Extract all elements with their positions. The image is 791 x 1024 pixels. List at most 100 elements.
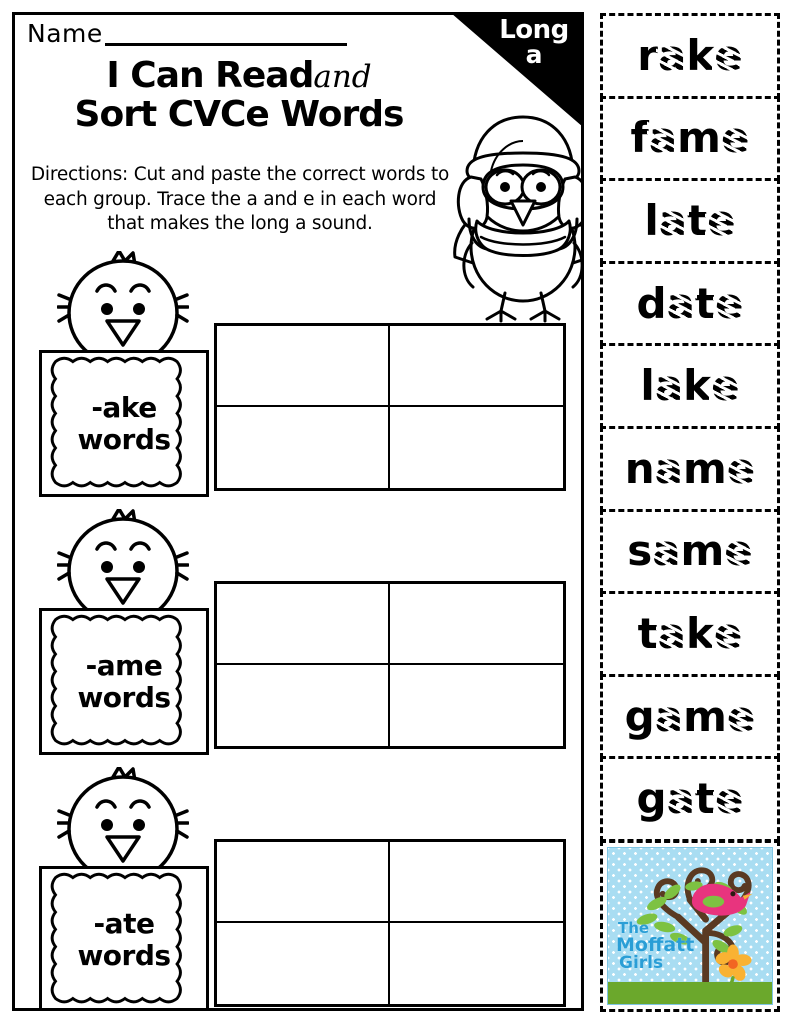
traceable-letter[interactable]: a [664, 776, 697, 823]
solid-letter: m [680, 526, 725, 576]
logo-brand-text: The Moffatt Girls [616, 921, 694, 972]
traceable-letter[interactable]: a [646, 115, 680, 162]
group-label-line1: -ate [93, 907, 155, 941]
answer-grid [214, 581, 566, 749]
traceable-letter[interactable]: a [650, 528, 683, 575]
moffatt-girls-logo-strip: The Moffatt Girls [600, 840, 780, 1012]
banner-text: Long a [491, 17, 577, 67]
solid-letter: t [694, 774, 715, 824]
title-line-1: I Can Readand [23, 56, 455, 96]
word-strip[interactable]: ta ke [600, 591, 780, 677]
solid-letter: m [683, 691, 727, 741]
traceable-letter[interactable]: e [712, 32, 745, 79]
traceable-letter[interactable]: e [718, 115, 752, 162]
title-and-word: and [313, 59, 372, 95]
word-strip[interactable]: la ke [600, 343, 780, 429]
traceable-letter[interactable]: a [656, 197, 690, 244]
answer-cell[interactable] [217, 665, 390, 746]
word-strip[interactable]: ra ke [600, 13, 780, 99]
answer-cell[interactable] [217, 584, 390, 665]
traceable-letter[interactable]: a [652, 445, 685, 492]
word-strip[interactable]: fa me [600, 95, 780, 182]
solid-letter: m [677, 113, 721, 163]
word-text: la ke [640, 363, 742, 410]
traceable-letter[interactable]: a [664, 280, 697, 327]
word-text: da te [637, 280, 746, 327]
group-label-line2: words [77, 938, 171, 972]
group-label-sign: -ame words [39, 608, 209, 755]
solid-letter: t [687, 195, 708, 245]
page-title: I Can Readand Sort CVCe Words [23, 56, 455, 135]
traceable-letter[interactable]: e [724, 693, 758, 740]
traceable-letter[interactable]: a [652, 363, 686, 410]
logo-artwork: The Moffatt Girls [607, 847, 773, 1005]
cut-out-word-strips: ra ke fa me la te da te la ke na me sa me ta ke ga me ga te [600, 13, 780, 842]
traceable-letter[interactable]: e [711, 610, 745, 657]
solid-letter: n [624, 443, 655, 493]
long-a-corner-banner: Long a [453, 15, 581, 125]
word-text: ga te [637, 776, 746, 823]
word-strip[interactable]: na me [600, 425, 780, 512]
logo-line-3: Girls [619, 953, 664, 973]
solid-letter: r [637, 30, 658, 80]
answer-cell[interactable] [217, 407, 390, 488]
group-label-with-bird: -ake words [33, 251, 211, 509]
group-label-text: -ame words [42, 611, 206, 752]
solid-letter: s [627, 526, 653, 576]
group-label-with-bird: -ame words [33, 509, 211, 767]
answer-cell[interactable] [390, 923, 563, 1004]
worksheet-panel: Name Long a I Can Readand Sort CVCe Word… [12, 12, 584, 1011]
word-strip[interactable]: sa me [600, 508, 780, 595]
traceable-letter[interactable]: e [713, 776, 746, 823]
answer-grid [214, 323, 566, 491]
answer-cell[interactable] [217, 326, 390, 407]
name-field-row: Name [27, 21, 347, 46]
answer-cell[interactable] [217, 842, 390, 923]
answer-cell[interactable] [217, 923, 390, 1004]
traceable-letter[interactable]: a [655, 610, 688, 657]
solid-letter: g [624, 691, 655, 741]
name-label: Name [27, 19, 103, 48]
traceable-letter[interactable]: e [713, 280, 746, 327]
solid-letter: t [694, 278, 715, 328]
traceable-letter[interactable]: e [724, 445, 758, 492]
word-text: fa me [631, 115, 752, 162]
answer-cell[interactable] [390, 842, 563, 923]
solid-letter: l [644, 195, 659, 245]
group-label-sign: -ate words [39, 866, 209, 1008]
group-label-sign: -ake words [39, 350, 209, 497]
traceable-letter[interactable]: a [655, 32, 689, 79]
traceable-letter[interactable]: e [709, 363, 742, 410]
traceable-letter[interactable]: e [705, 197, 738, 244]
word-strip[interactable]: ga te [600, 756, 780, 842]
answer-grid [214, 839, 566, 1007]
word-strip[interactable]: da te [600, 260, 780, 347]
group-label-line2: words [77, 680, 171, 714]
answer-cell[interactable] [390, 326, 563, 407]
solid-letter: t [637, 608, 658, 658]
word-text: ga me [625, 693, 758, 740]
group-label-line1: -ame [85, 649, 163, 683]
word-text: ta ke [638, 610, 745, 657]
logo-grass [608, 982, 772, 1004]
answer-cell[interactable] [390, 665, 563, 746]
group-label-with-bird: -ate words [33, 767, 211, 1008]
solid-letter: d [636, 278, 667, 328]
solid-letter: k [686, 30, 715, 80]
word-strip[interactable]: la te [600, 178, 780, 264]
solid-letter: g [636, 774, 667, 824]
solid-letter: m [682, 443, 727, 493]
traceable-letter[interactable]: e [722, 528, 755, 575]
group-label-text: -ake words [42, 353, 206, 494]
worksheet-page: Name Long a I Can Readand Sort CVCe Word… [0, 0, 791, 1024]
traceable-letter[interactable]: a [652, 693, 686, 740]
banner-line-a: a [525, 39, 543, 69]
word-strip[interactable]: ga me [600, 673, 780, 760]
name-input-blank[interactable] [104, 24, 347, 46]
directions-text: Directions: Cut and paste the correct wo… [30, 164, 450, 235]
word-text: ra ke [637, 32, 745, 79]
answer-cell[interactable] [390, 407, 563, 488]
answer-cell[interactable] [390, 584, 563, 665]
solid-letter: f [630, 113, 649, 163]
group-label-text: -ate words [42, 869, 206, 1008]
